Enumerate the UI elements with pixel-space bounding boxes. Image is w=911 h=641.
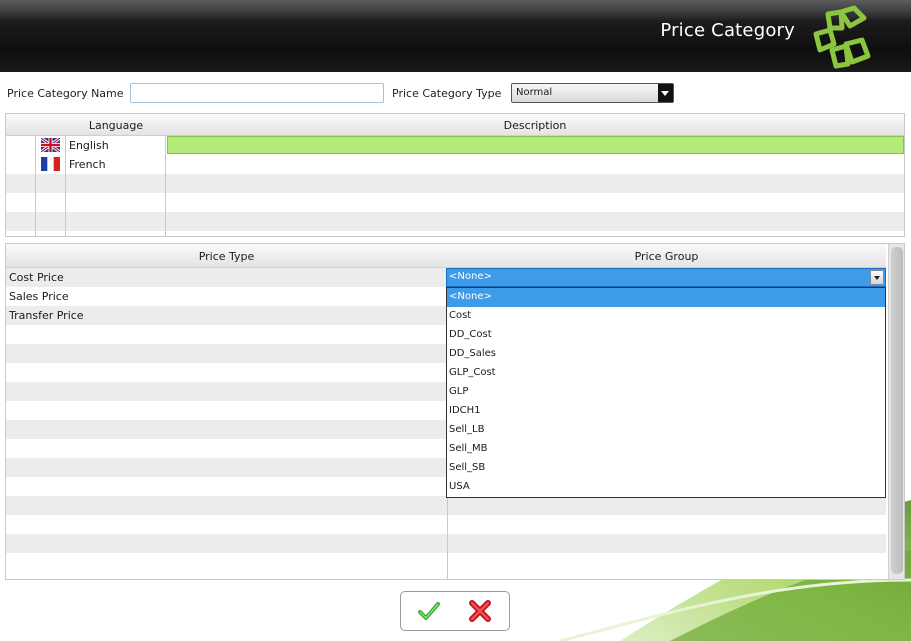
scrollbar-thumb[interactable] — [891, 247, 903, 574]
red-x-icon[interactable] — [468, 600, 492, 622]
dropdown-option[interactable]: Sell_LB — [447, 421, 885, 440]
price-group-dropdown-list: <None> Cost DD_Cost DD_Sales GLP_Cost GL… — [446, 287, 886, 498]
table-row — [6, 193, 904, 212]
price-category-type-value: Normal — [516, 87, 553, 98]
page-title: Price Category — [660, 20, 795, 41]
table-row — [6, 553, 886, 572]
price-group-select[interactable]: <None> — [446, 268, 886, 287]
dropdown-option[interactable]: USA — [447, 478, 885, 497]
dropdown-option[interactable]: DD_Sales — [447, 345, 885, 364]
price-category-type-select[interactable]: Normal — [511, 83, 674, 103]
uk-flag-icon — [41, 138, 60, 152]
price-type-cost: Cost Price — [9, 271, 64, 284]
column-header-price-type: Price Type — [198, 250, 255, 263]
action-button-group — [400, 591, 510, 631]
dropdown-option[interactable]: <None> — [447, 288, 885, 307]
dropdown-option[interactable]: DD_Cost — [447, 326, 885, 345]
dropdown-option[interactable]: GLP — [447, 383, 885, 402]
column-header-description: Description — [503, 119, 567, 132]
dropdown-option[interactable]: IDCH1 — [447, 402, 885, 421]
table-row — [6, 515, 886, 534]
dropdown-option[interactable]: GLP_Cost — [447, 364, 885, 383]
clover-logo-icon — [813, 5, 871, 69]
price-type-transfer: Transfer Price — [9, 309, 84, 322]
description-field-french[interactable] — [167, 155, 904, 173]
dropdown-option[interactable]: Sell_MB — [447, 440, 885, 459]
header-gloss — [0, 0, 911, 20]
table-row — [6, 534, 886, 553]
table-row[interactable]: English — [6, 136, 904, 155]
vertical-scrollbar[interactable] — [888, 244, 904, 579]
language-grid: Language Description English French — [5, 113, 905, 237]
column-divider — [35, 136, 36, 236]
price-group-selected-value: <None> — [449, 271, 492, 282]
table-row — [6, 496, 886, 515]
column-header-price-group: Price Group — [634, 250, 699, 263]
column-divider — [65, 136, 66, 236]
price-type-sales: Sales Price — [9, 290, 69, 303]
table-row — [6, 212, 904, 231]
language-label-english: English — [69, 139, 109, 152]
table-row[interactable]: French — [6, 155, 904, 174]
france-flag-icon — [41, 157, 60, 171]
table-row — [6, 174, 904, 193]
description-field-english[interactable] — [167, 136, 904, 154]
price-category-type-label: Price Category Type — [392, 87, 502, 100]
checkmark-icon[interactable] — [418, 601, 440, 621]
column-header-language: Language — [88, 119, 144, 132]
column-divider — [165, 136, 166, 236]
header-bar: Price Category — [0, 0, 911, 72]
language-grid-header: Language Description — [6, 114, 904, 136]
chevron-down-icon[interactable] — [870, 270, 884, 285]
chevron-down-icon[interactable] — [658, 84, 673, 102]
dropdown-option[interactable]: Cost — [447, 307, 885, 326]
price-grid-header: Price Type Price Group — [6, 244, 886, 268]
dropdown-option[interactable]: Sell_SB — [447, 459, 885, 478]
price-category-name-input[interactable] — [130, 83, 384, 103]
price-category-name-label: Price Category Name — [7, 87, 124, 100]
language-label-french: French — [69, 158, 106, 171]
